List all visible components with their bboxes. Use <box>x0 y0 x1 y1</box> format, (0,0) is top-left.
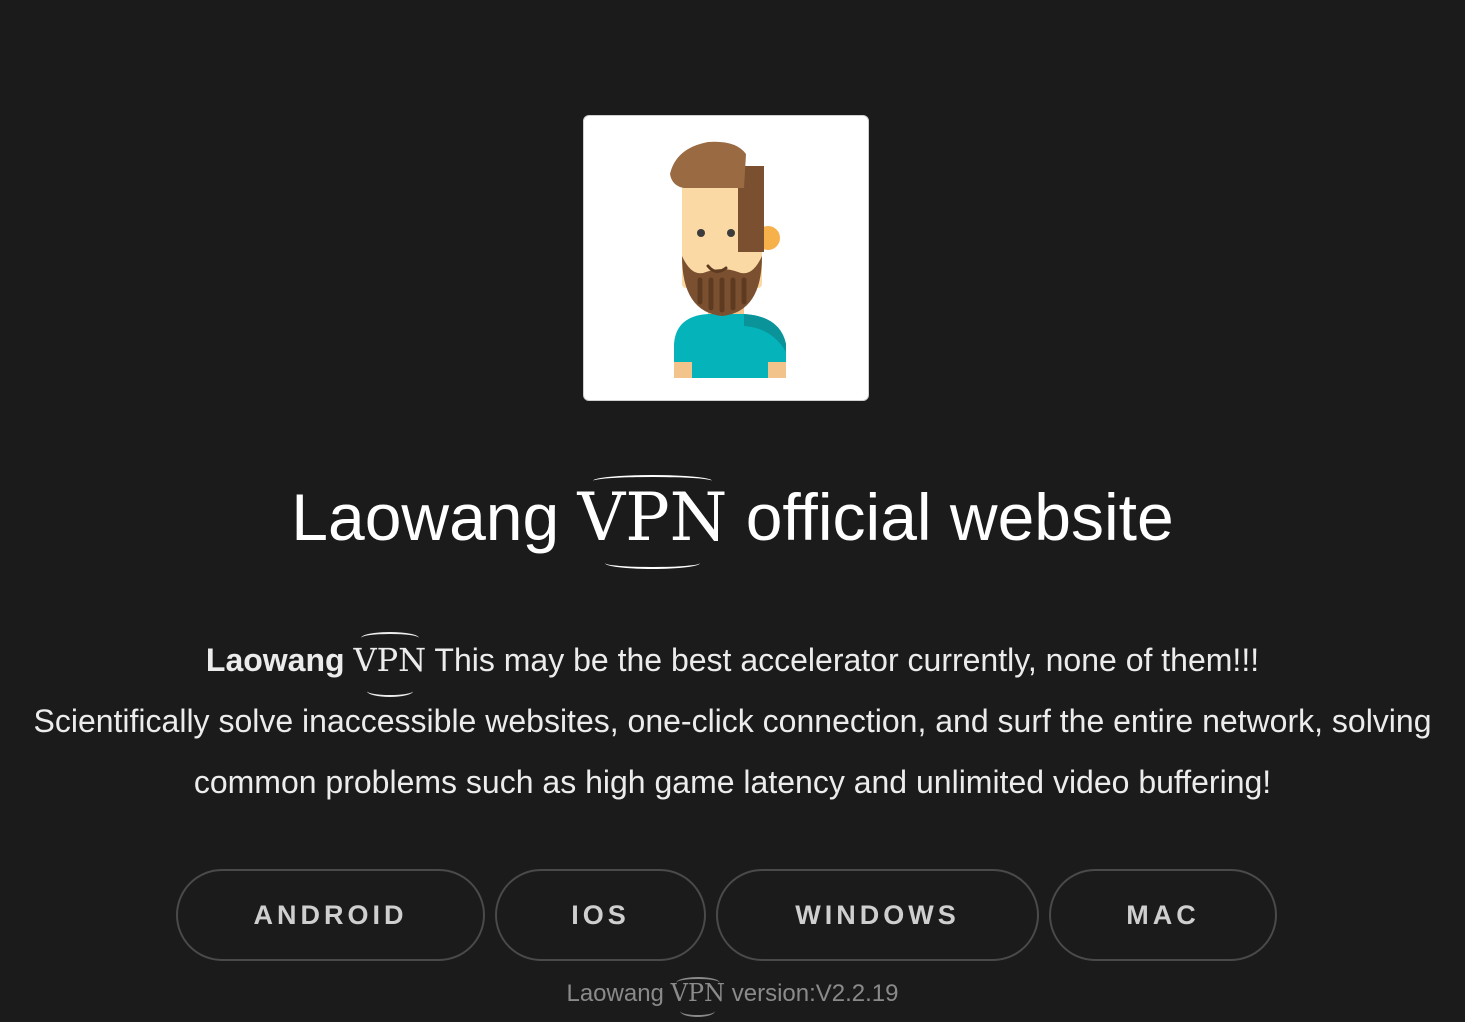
windows-download-button[interactable]: WINDOWS <box>716 869 1039 961</box>
intro-line1: This may be the best accelerator current… <box>434 642 1260 678</box>
ios-download-button[interactable]: IOS <box>495 869 706 961</box>
intro-line2: Scientifically solve inaccessible websit… <box>33 703 1432 800</box>
avatar-card <box>583 115 869 401</box>
mac-download-button[interactable]: MAC <box>1049 869 1277 961</box>
title-prefix: Laowang <box>291 480 560 554</box>
bearded-man-avatar-icon <box>670 141 786 378</box>
intro-brand: Laowang <box>205 642 345 678</box>
version-footer: Laowang VPN version:V2.2.19 <box>0 975 1465 1017</box>
footer-version: version:V2.2.19 <box>731 980 899 1007</box>
page: Laowang VPN official website Laowang VPN… <box>0 0 1465 1022</box>
page-title: Laowang VPN official website <box>0 472 1465 569</box>
title-suffix: official website <box>745 480 1174 554</box>
download-buttons: ANDROID IOS WINDOWS MAC <box>0 869 1465 961</box>
footer-prefix: Laowang <box>566 980 664 1007</box>
intro-description: Laowang VPN This may be the best acceler… <box>0 630 1465 813</box>
title-vpn-mark: VPN <box>578 473 727 569</box>
footer-vpn-mark: VPN <box>671 975 725 1017</box>
intro-vpn-mark: VPN <box>353 630 426 697</box>
android-download-button[interactable]: ANDROID <box>176 869 485 961</box>
